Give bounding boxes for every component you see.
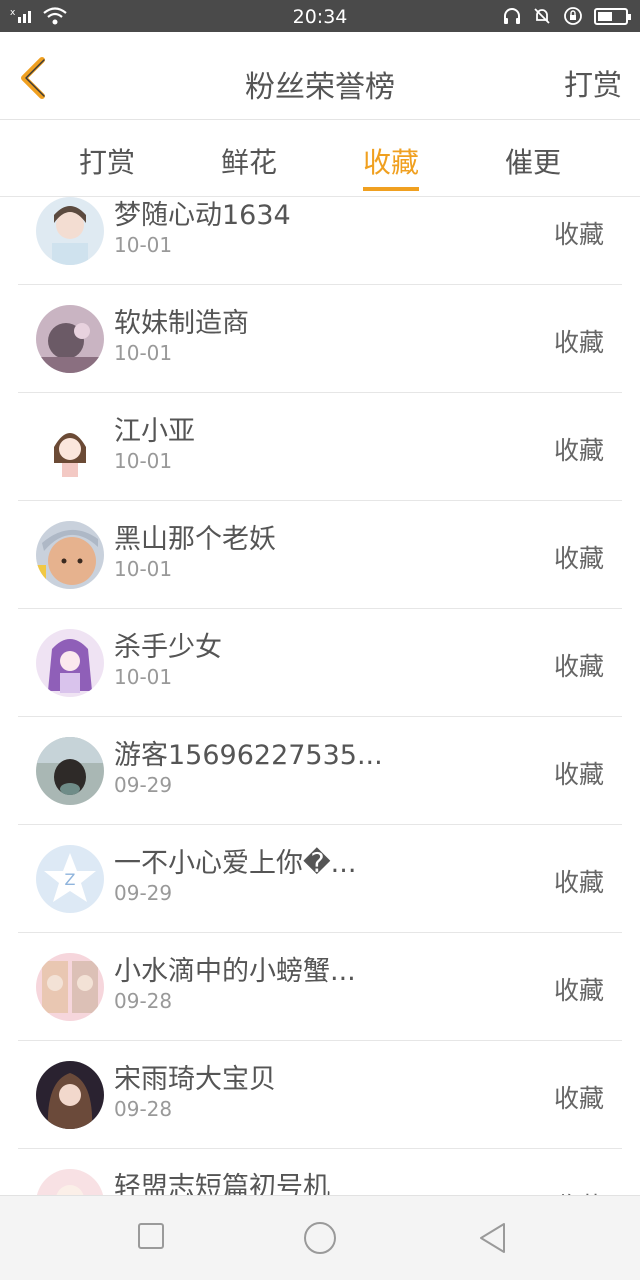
avatar	[36, 413, 104, 481]
user-name: 梦随心动1634	[114, 200, 291, 231]
favorite-label: 收藏	[553, 976, 604, 1005]
avatar	[36, 737, 104, 805]
user-name: 小水滴中的小螃蟹...	[114, 956, 356, 987]
favorite-label: 收藏	[553, 652, 604, 681]
user-name: 软妹制造商	[114, 308, 249, 339]
date-label: 09-28	[114, 989, 173, 1013]
tab-flowers[interactable]: 鲜花	[189, 141, 309, 181]
list-item[interactable]: 轻盟志短篇初号机 收藏	[18, 1149, 622, 1195]
home-icon[interactable]	[303, 1222, 337, 1256]
list-item[interactable]: 宋雨琦大宝贝 09-28 收藏	[18, 1041, 622, 1149]
list-item[interactable]: Z 一不小心爱上你�... 09-29 收藏	[18, 825, 622, 933]
date-label: 09-28	[114, 1097, 173, 1121]
user-name: 游客15696227535...	[114, 740, 383, 771]
list-item[interactable]: 杀手少女 10-01 收藏	[18, 609, 622, 717]
battery-icon	[594, 7, 631, 25]
date-label: 10-01	[114, 557, 173, 581]
status-bar: x 20:34	[0, 0, 640, 32]
user-name: 轻盟志短篇初号机	[114, 1172, 330, 1195]
favorite-label: 收藏	[553, 220, 604, 249]
reward-button[interactable]: 打赏	[564, 62, 622, 104]
avatar	[36, 305, 104, 373]
user-name: 宋雨琦大宝贝	[114, 1064, 276, 1095]
favorite-label: 收藏	[553, 868, 604, 897]
back-icon[interactable]	[478, 1222, 506, 1254]
user-name: 杀手少女	[114, 632, 222, 663]
list-item[interactable]: 江小亚 10-01 收藏	[18, 393, 622, 501]
app-header: 粉丝荣誉榜 打赏	[0, 32, 640, 120]
avatar	[36, 953, 104, 1021]
favorite-label: 收藏	[553, 1084, 604, 1113]
date-label: 10-01	[114, 341, 173, 365]
user-name: 江小亚	[114, 416, 195, 447]
favorite-label: 收藏	[553, 760, 604, 789]
list-item[interactable]: 黑山那个老妖 10-01 收藏	[18, 501, 622, 609]
avatar: Z	[36, 845, 104, 913]
date-label: 10-01	[114, 665, 173, 689]
list-item[interactable]: 软妹制造商 10-01 收藏	[18, 285, 622, 393]
bell-off-icon	[534, 8, 550, 24]
avatar	[36, 1061, 104, 1129]
favorite-label: 收藏	[553, 328, 604, 357]
status-icons-right	[502, 6, 631, 26]
list-item[interactable]: 小水滴中的小螃蟹... 09-28 收藏	[18, 933, 622, 1041]
user-name: 一不小心爱上你�...	[114, 848, 357, 879]
fan-list: 梦随心动1634 10-01 收藏 软妹制造商 10-01 收藏 江小亚 10-…	[0, 197, 640, 1195]
headphones-icon	[504, 8, 520, 24]
favorite-label: 收藏	[553, 436, 604, 465]
favorite-label: 收藏	[554, 1187, 604, 1195]
list-item[interactable]: 梦随心动1634 10-01 收藏	[18, 197, 622, 285]
battery-level	[598, 11, 612, 21]
tab-bar: 打赏 鲜花 收藏 催更	[0, 121, 640, 197]
favorite-label: 收藏	[553, 544, 604, 573]
tab-reward[interactable]: 打赏	[47, 141, 167, 181]
rotation-lock-icon	[564, 7, 582, 25]
date-label: 10-01	[114, 449, 173, 473]
svg-text:Z: Z	[65, 870, 76, 889]
date-label: 09-29	[114, 773, 173, 797]
avatar	[36, 629, 104, 697]
date-label: 09-29	[114, 881, 173, 905]
system-nav-bar	[0, 1195, 640, 1280]
user-name: 黑山那个老妖	[114, 524, 276, 555]
tab-favorites[interactable]: 收藏	[331, 141, 451, 181]
avatar	[36, 197, 104, 265]
avatar	[36, 1169, 104, 1195]
active-tab-indicator	[363, 187, 419, 191]
date-label: 10-01	[114, 233, 173, 257]
list-item[interactable]: 游客15696227535... 09-29 收藏	[18, 717, 622, 825]
recent-apps-icon[interactable]	[138, 1222, 164, 1250]
page-title: 粉丝荣誉榜	[245, 70, 395, 105]
avatar	[36, 521, 104, 589]
tab-urge-update[interactable]: 催更	[473, 141, 593, 181]
